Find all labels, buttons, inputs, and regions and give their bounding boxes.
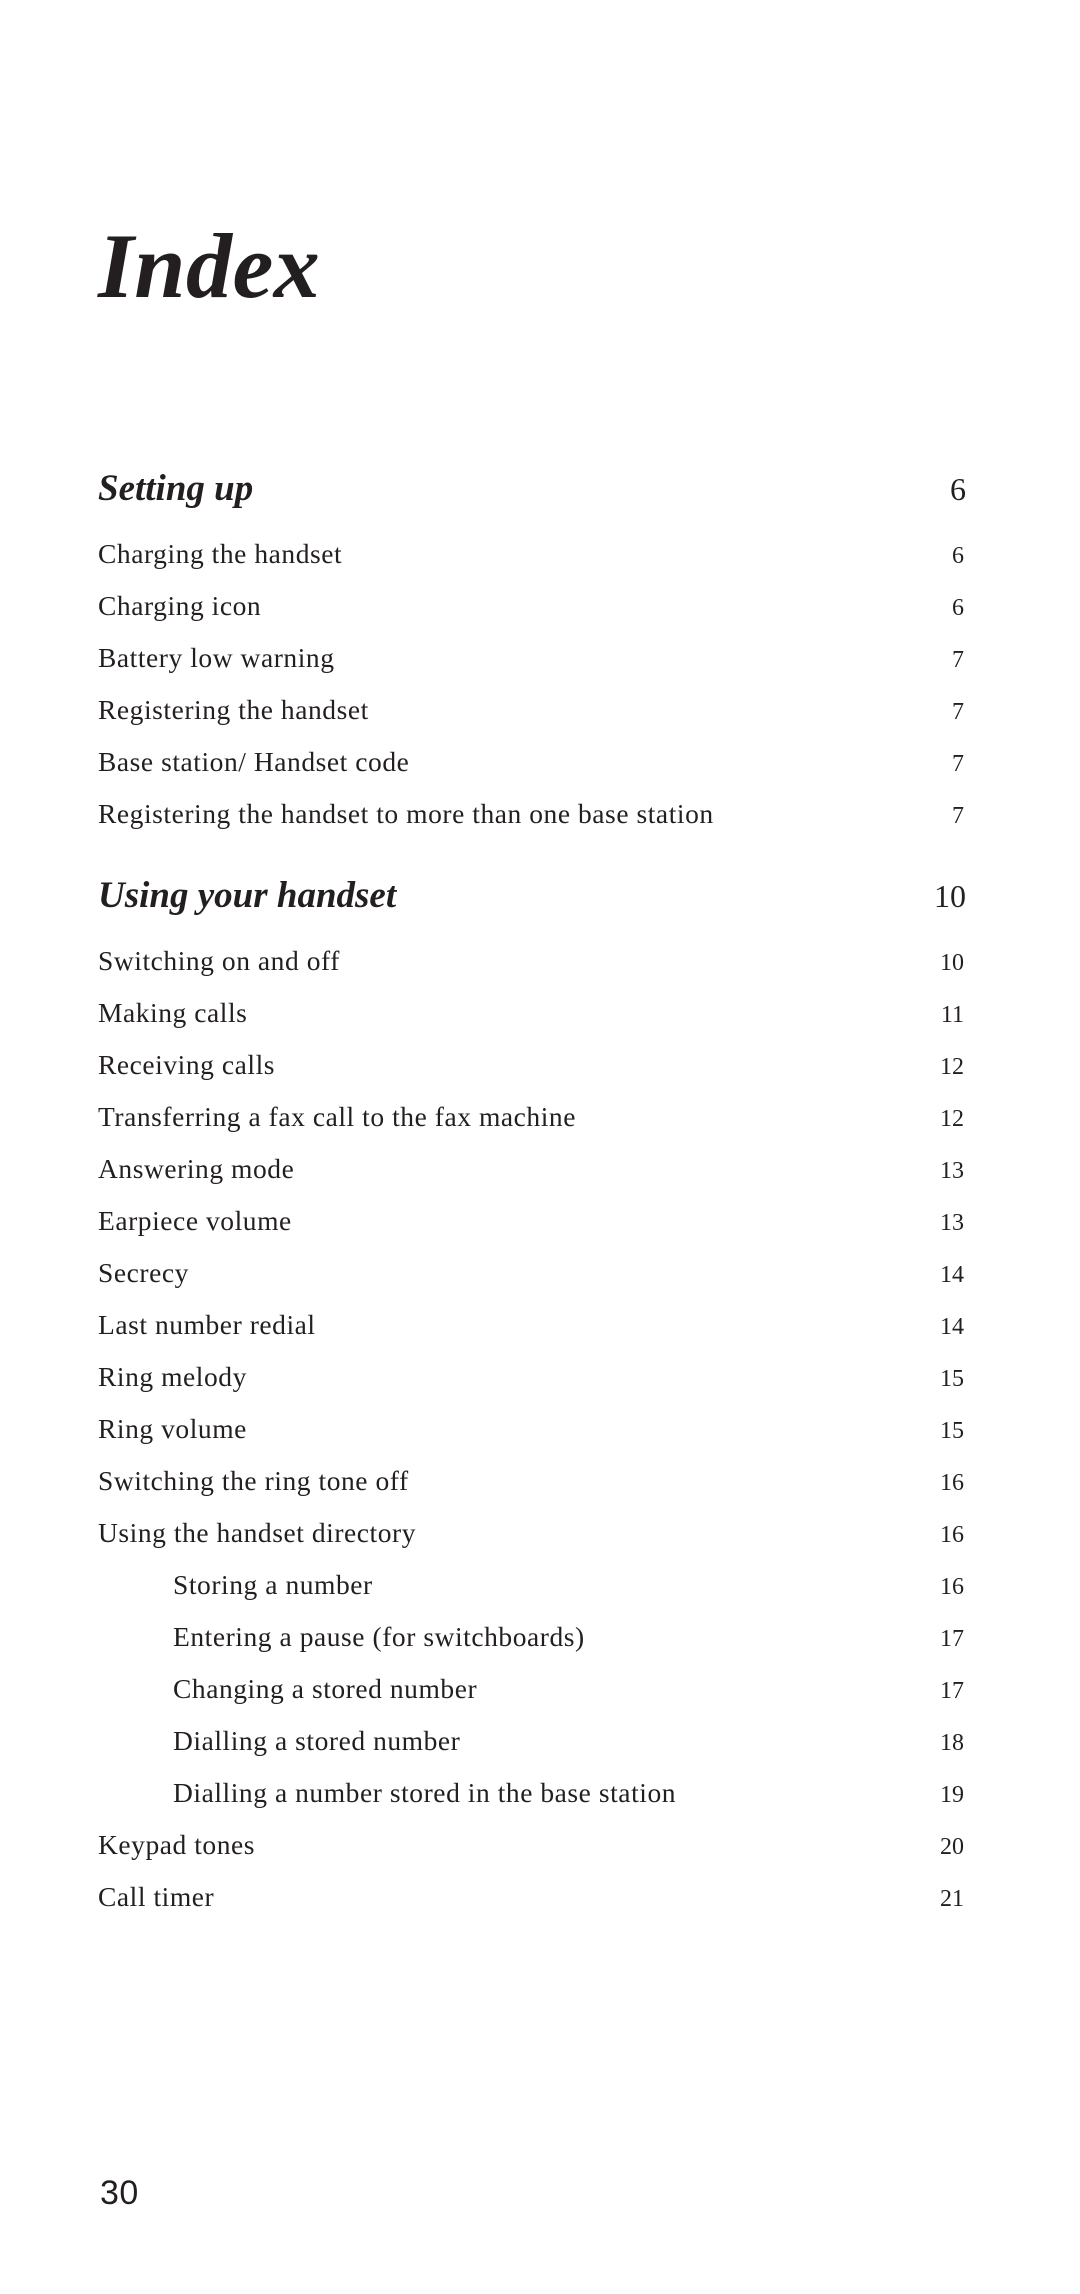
toc-entry-page: 7 [952,803,964,829]
toc-entry-page: 16 [940,1470,964,1496]
toc-entry[interactable]: Making calls 11 [98,988,966,1040]
toc-entry-page: 18 [940,1730,964,1756]
toc-entry-page: 15 [940,1366,964,1392]
toc-entry[interactable]: Ring volume 15 [98,1404,966,1456]
toc-entry[interactable]: Switching the ring tone off 16 [98,1456,966,1508]
toc-entry-page: 12 [940,1054,964,1080]
toc-entry-label: Last number redial [98,1309,316,1340]
toc-entry-label: Storing a number [173,1569,373,1600]
toc-entry[interactable]: Answering mode 13 [98,1144,966,1196]
toc-section-heading-label: Using your handset [98,875,397,916]
toc-entry-page: 20 [940,1834,964,1860]
toc-entry-label: Dialling a stored number [173,1725,461,1756]
toc-entry-page: 17 [940,1678,964,1704]
toc-entry-label: Receiving calls [98,1049,276,1080]
toc-entry-label: Making calls [98,997,248,1028]
toc-entry-label: Switching on and off [98,945,340,976]
toc-entry-page: 14 [940,1314,964,1340]
toc-entry[interactable]: Switching on and off 10 [98,936,966,988]
toc-entry[interactable]: Base station/ Handset code 7 [98,737,966,789]
toc-section-heading-page: 10 [934,878,966,914]
toc-entry-label: Base station/ Handset code [98,746,410,777]
table-of-contents: Setting up 6 Charging the handset 6 Charging… [98,470,966,1924]
toc-entry-label: Keypad tones [98,1829,256,1860]
toc-entry[interactable]: Changing a stored number 17 [98,1664,966,1716]
toc-entry-page: 12 [940,1106,964,1132]
toc-entry-page: 13 [940,1158,964,1184]
toc-entry[interactable]: Transferring a fax call to the fax machi… [98,1092,966,1144]
toc-entry-page: 16 [940,1574,964,1600]
folio-page-number: 30 [100,2174,139,2212]
toc-entry-page: 7 [952,647,964,673]
toc-entry[interactable]: Storing a number 16 [98,1560,966,1612]
toc-entry-label: Ring volume [98,1413,247,1444]
toc-entry[interactable]: Secrecy 14 [98,1248,966,1300]
toc-entry-page: 13 [940,1210,964,1236]
toc-entry-page: 6 [952,543,964,569]
toc-entry[interactable]: Call timer 21 [98,1872,966,1924]
toc-entry-page: 16 [940,1522,964,1548]
toc-entry[interactable]: Receiving calls 12 [98,1040,966,1092]
toc-entry[interactable]: Charging icon 6 [98,581,966,633]
toc-entry[interactable]: Last number redial 14 [98,1300,966,1352]
toc-entry[interactable]: Dialling a stored number 18 [98,1716,966,1768]
toc-entry-label: Call timer [98,1881,215,1912]
page-title: Index [98,214,321,317]
toc-section-heading[interactable]: Setting up 6 [98,470,966,529]
toc-entry[interactable]: Using the handset directory 16 [98,1508,966,1560]
toc-section-heading[interactable]: Using your handset 10 [98,877,966,936]
toc-entry[interactable]: Dialling a number stored in the base sta… [98,1768,966,1820]
toc-entry-label: Transferring a fax call to the fax machi… [98,1101,576,1132]
toc-entry[interactable]: Charging the handset 6 [98,529,966,581]
toc-entry[interactable]: Earpiece volume 13 [98,1196,966,1248]
toc-entry[interactable]: Registering the handset to more than one… [98,789,966,841]
toc-entry-label: Battery low warning [98,642,335,673]
toc-entry-label: Secrecy [98,1257,189,1288]
toc-section-heading-label: Setting up [98,468,254,509]
toc-entry-label: Entering a pause (for switchboards) [173,1621,585,1652]
toc-entry-label: Changing a stored number [173,1673,478,1704]
toc-entry-label: Charging the handset [98,538,343,569]
toc-entry[interactable]: Registering the handset 7 [98,685,966,737]
index-page: Index Setting up 6 Charging the handset 6 Ch… [0,0,1080,2294]
toc-entry-label: Charging icon [98,590,262,621]
toc-entry-label: Answering mode [98,1153,295,1184]
toc-entry-page: 6 [952,595,964,621]
toc-section-heading-page: 6 [950,471,966,507]
toc-entry-label: Using the handset directory [98,1517,417,1548]
toc-entry-page: 14 [940,1262,964,1288]
toc-entry-label: Earpiece volume [98,1205,292,1236]
toc-entry-page: 7 [952,699,964,725]
toc-entry-page: 15 [940,1418,964,1444]
toc-entry-page: 19 [940,1782,964,1808]
toc-section: Setting up 6 Charging the handset 6 Charging… [98,470,966,841]
toc-entry-page: 11 [940,1002,964,1028]
toc-entry[interactable]: Ring melody 15 [98,1352,966,1404]
toc-entry-page: 17 [940,1626,964,1652]
toc-entry[interactable]: Keypad tones 20 [98,1820,966,1872]
toc-entry-page: 7 [952,751,964,777]
toc-entry[interactable]: Battery low warning 7 [98,633,966,685]
toc-entry-label: Switching the ring tone off [98,1465,409,1496]
toc-entry-label: Registering the handset [98,694,369,725]
toc-entry-label: Registering the handset to more than one… [98,798,714,829]
toc-entry-page: 10 [940,950,964,976]
toc-entry-label: Ring melody [98,1361,247,1392]
toc-section: Using your handset 10 Switching on and off… [98,877,966,1924]
toc-entry-label: Dialling a number stored in the base sta… [173,1777,677,1808]
toc-entry[interactable]: Entering a pause (for switchboards) 17 [98,1612,966,1664]
toc-entry-page: 21 [940,1886,964,1912]
